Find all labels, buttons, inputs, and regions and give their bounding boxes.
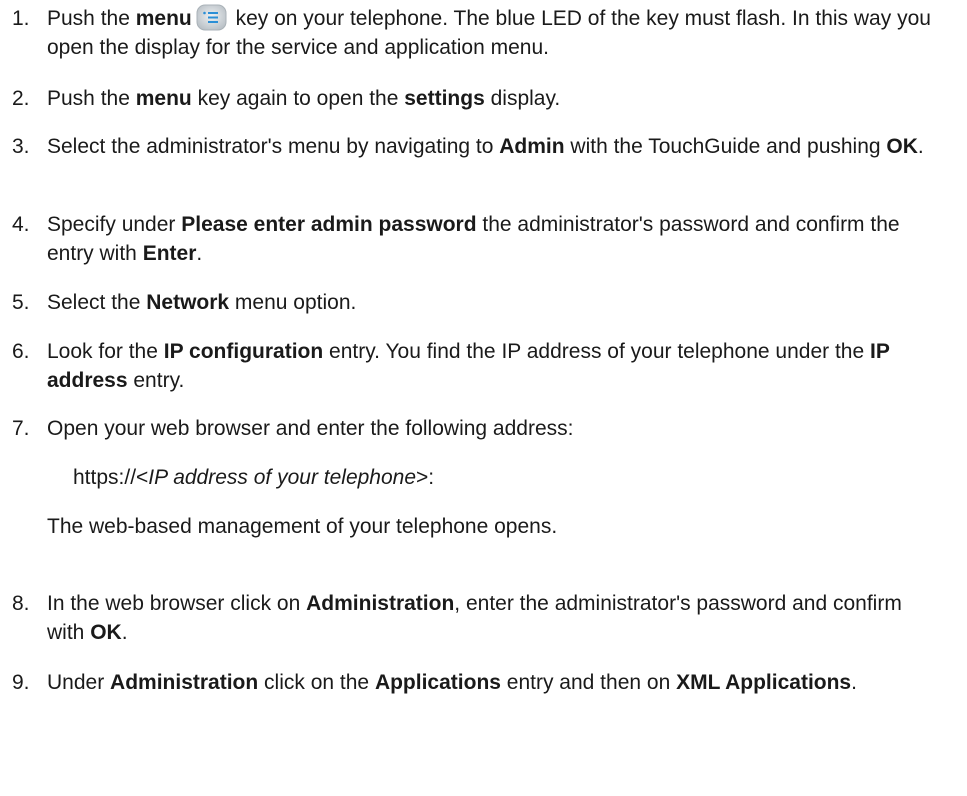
address-example: https://<IP address of your telephone>:	[0, 463, 434, 492]
step-4: 4. Specify under Please enter admin pass…	[0, 210, 967, 268]
step-text-run: .	[917, 135, 924, 158]
step-9: 9. Under Administration click on the App…	[0, 668, 967, 697]
step-text: Specify under Please enter admin passwor…	[47, 213, 900, 265]
step-text: Under Administration click on the Applic…	[47, 671, 857, 694]
step-text-run: with the TouchGuide and pushing	[564, 135, 887, 158]
step-text-bold: Please enter admin password	[181, 213, 477, 236]
step-number: 9.	[12, 671, 30, 694]
step-number: 4.	[12, 213, 30, 236]
menu-key-icon	[196, 4, 227, 31]
step-text-bold: OK	[886, 135, 918, 158]
step-7-result: The web-based management of your telepho…	[47, 515, 558, 538]
step-text: Push the menu key on your telephone. The…	[47, 4, 931, 59]
step-number: 8.	[12, 592, 30, 615]
step-2: 2. Push the menu key again to open the s…	[0, 84, 590, 113]
step-text-bold: IP configuration	[163, 340, 324, 363]
step-text-run: Select the administrator's menu by navig…	[47, 135, 500, 158]
step-text-bold: settings	[404, 87, 485, 110]
step-number: 6.	[12, 340, 30, 363]
step-5: 5. Select the Network menu option.	[0, 288, 386, 317]
step-text: Select the Network menu option.	[47, 291, 356, 314]
step-1: 1. Push the menu key on your telephone. …	[0, 4, 967, 62]
step-text-run: click on the	[258, 671, 375, 694]
address-suffix: >:	[416, 466, 435, 489]
step-number: 3.	[12, 135, 30, 158]
step-number: 1.	[12, 7, 30, 30]
step-text-run: entry.	[127, 369, 185, 392]
step-text: Open your web browser and enter the foll…	[47, 417, 574, 440]
step-3: 3. Select the administrator's menu by na…	[0, 132, 967, 161]
step-text-bold: menu	[135, 7, 192, 30]
step-text-run: Push the	[47, 87, 136, 110]
step-text-run: In the web browser click on	[47, 592, 307, 615]
step-text-bold: OK	[90, 621, 122, 644]
step-text-run: Specify under	[47, 213, 182, 236]
step-text-bold: Administration	[110, 671, 259, 694]
step-6: 6. Look for the IP configuration entry. …	[0, 337, 967, 395]
address-prefix: https://<	[73, 466, 149, 489]
step-7: 7. Open your web browser and enter the f…	[0, 414, 603, 443]
step-number: 2.	[12, 87, 30, 110]
step-text-run: entry and then on	[500, 671, 677, 694]
step-text-run: Push the	[47, 7, 136, 30]
step-text-run: entry. You find the IP address of your t…	[323, 340, 870, 363]
step-text-run: Look for the	[47, 340, 164, 363]
step-text-bold: XML Applications	[676, 671, 852, 694]
step-text-bold: Network	[146, 291, 230, 314]
step-8: 8. In the web browser click on Administr…	[0, 589, 967, 647]
step-text-run: Select the	[47, 291, 147, 314]
step-text-bold: Administration	[306, 592, 455, 615]
step-text-run: key again to open the	[191, 87, 405, 110]
step-text-run: .	[851, 671, 857, 694]
step-text-run: .	[121, 621, 128, 644]
step-text-run: menu option.	[229, 291, 357, 314]
step-text-run: Under	[47, 671, 111, 694]
step-text-bold: Admin	[499, 135, 565, 158]
address-placeholder: IP address of your telephone	[148, 466, 417, 489]
step-text-bold: Enter	[142, 242, 197, 265]
step-text-bold: Applications	[374, 671, 501, 694]
step-text-bold: menu	[135, 87, 192, 110]
step-text: Look for the IP configuration entry. You…	[47, 340, 889, 392]
step-text-run: .	[196, 242, 203, 265]
step-text: Push the menu key again to open the sett…	[47, 87, 560, 110]
step-number: 7.	[12, 417, 30, 440]
step-text-run: display.	[484, 87, 561, 110]
step-text: Select the administrator's menu by navig…	[47, 135, 924, 158]
step-text: In the web browser click on Administrati…	[47, 592, 902, 644]
step-number: 5.	[12, 291, 30, 314]
